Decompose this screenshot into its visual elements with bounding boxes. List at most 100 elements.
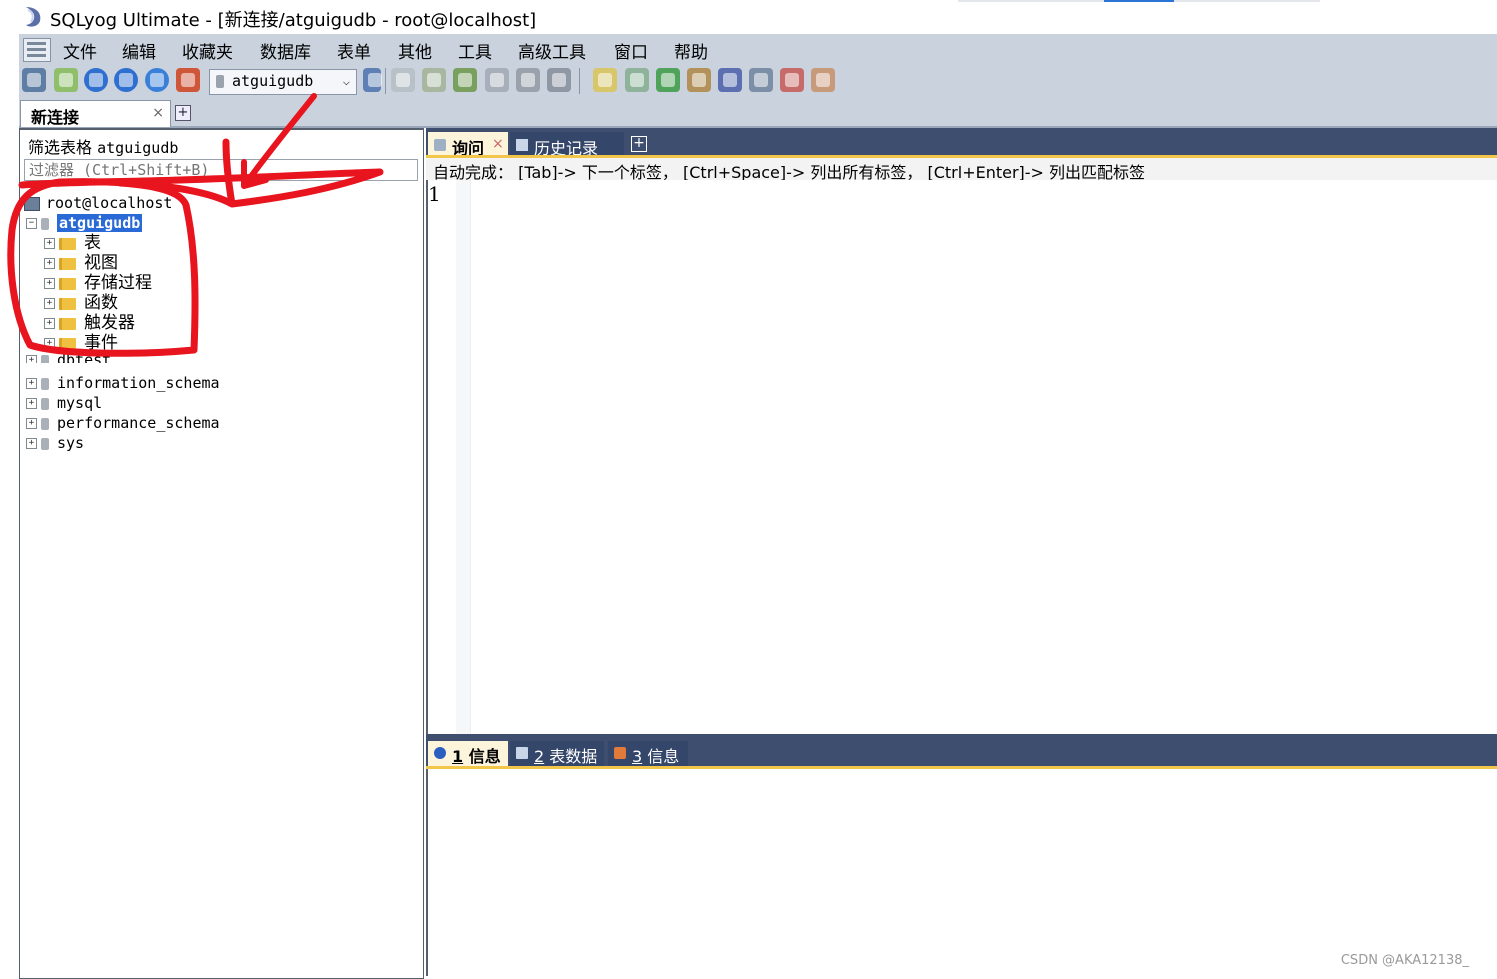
menu-file[interactable]: 文件 bbox=[63, 38, 97, 63]
toolbar-separator bbox=[385, 68, 386, 94]
database-icon bbox=[41, 217, 49, 230]
expand-icon[interactable]: + bbox=[26, 378, 37, 389]
folder-label: 视图 bbox=[84, 253, 118, 273]
db-label: performance_schema bbox=[57, 414, 220, 432]
tree-folder-tables[interactable]: + 表 bbox=[44, 233, 101, 253]
tree-folder-functions[interactable]: + 函数 bbox=[44, 293, 118, 313]
folder-icon bbox=[59, 277, 76, 290]
expand-icon[interactable]: + bbox=[44, 278, 55, 289]
table-data-icon[interactable] bbox=[485, 68, 509, 92]
new-connection-icon[interactable] bbox=[22, 68, 46, 92]
tree-db-partial[interactable]: + dbtest bbox=[26, 353, 111, 363]
tree-folder-triggers[interactable]: + 触发器 bbox=[44, 313, 135, 333]
filter-input[interactable] bbox=[24, 159, 418, 181]
notifications-icon[interactable] bbox=[749, 68, 773, 92]
db-label: sys bbox=[57, 434, 85, 452]
new-connection-plus-icon[interactable] bbox=[54, 68, 78, 92]
result-area: CSDN @AKA12138_ bbox=[426, 769, 1497, 976]
title-strip bbox=[958, 0, 1104, 2]
restore-db-icon[interactable] bbox=[422, 68, 446, 92]
expand-icon[interactable]: + bbox=[44, 298, 55, 309]
menu-favorites[interactable]: 收藏夹 bbox=[182, 38, 233, 63]
filter-label-db: atguigudb bbox=[97, 139, 179, 157]
tab-result-messages[interactable]: 1 信息 bbox=[428, 741, 508, 766]
expand-icon[interactable]: + bbox=[44, 338, 55, 349]
autocomplete-hint-bar: 自动完成： [Tab]-> 下一个标签， [Ctrl+Space]-> 列出所有… bbox=[426, 158, 1497, 182]
folder-icon bbox=[59, 297, 76, 310]
tree-db[interactable]: + performance_schema bbox=[26, 413, 220, 433]
schema-sync-icon[interactable] bbox=[718, 68, 742, 92]
data-sync-icon[interactable] bbox=[656, 68, 680, 92]
query-editor[interactable]: 1 bbox=[426, 180, 1497, 734]
expand-icon[interactable]: + bbox=[44, 258, 55, 269]
menu-help[interactable]: 帮助 bbox=[674, 38, 708, 63]
expand-icon[interactable]: + bbox=[26, 418, 37, 429]
collapse-icon[interactable]: − bbox=[26, 218, 37, 229]
tree-folder-procedures[interactable]: + 存储过程 bbox=[44, 273, 152, 293]
tree-folder-events[interactable]: + 事件 bbox=[44, 333, 118, 353]
expand-icon[interactable]: + bbox=[44, 238, 55, 249]
sqlyog-logo-icon bbox=[26, 7, 41, 27]
user-manager-icon[interactable] bbox=[363, 68, 382, 92]
database-icon bbox=[41, 354, 49, 363]
expand-icon[interactable]: + bbox=[44, 318, 55, 329]
menu-window[interactable]: 窗口 bbox=[614, 38, 648, 63]
menu-other[interactable]: 其他 bbox=[398, 38, 432, 63]
execute-all-icon[interactable] bbox=[114, 68, 138, 92]
schema-designer-icon[interactable] bbox=[593, 68, 617, 92]
menu-tools[interactable]: 工具 bbox=[458, 38, 492, 63]
tree-folder-views[interactable]: + 视图 bbox=[44, 253, 118, 273]
query-builder-icon[interactable] bbox=[625, 68, 649, 92]
menu-table[interactable]: 表单 bbox=[337, 38, 371, 63]
menu-edit[interactable]: 编辑 bbox=[122, 38, 156, 63]
refresh-icon[interactable] bbox=[145, 68, 169, 92]
result-tab-bar: 1 信息 2 表数据 3 信息 bbox=[426, 740, 1497, 766]
expand-icon[interactable]: + bbox=[26, 398, 37, 409]
folder-label: 函数 bbox=[84, 293, 118, 313]
tree-db-selected[interactable]: − atguigudb bbox=[26, 213, 143, 233]
title-bar: SQLyog Ultimate - [新连接/atguigudb - root@… bbox=[0, 0, 1497, 34]
tree-db[interactable]: + information_schema bbox=[26, 373, 220, 393]
menu-database[interactable]: 数据库 bbox=[260, 38, 311, 63]
database-icon bbox=[41, 417, 49, 430]
expand-icon[interactable]: + bbox=[26, 355, 37, 363]
table-structure-icon[interactable] bbox=[516, 68, 540, 92]
sql-formatter-icon[interactable] bbox=[811, 68, 835, 92]
tab-number: 2 bbox=[534, 747, 545, 766]
add-connection-tab-button[interactable]: + bbox=[175, 105, 191, 121]
shapes-icon[interactable] bbox=[176, 68, 200, 92]
tree-db[interactable]: + sys bbox=[26, 433, 84, 453]
tab-history[interactable]: 历史记录 bbox=[510, 132, 624, 158]
server-icon bbox=[24, 196, 40, 211]
scheduler-icon[interactable] bbox=[780, 68, 804, 92]
close-icon[interactable]: × bbox=[492, 136, 504, 152]
menu-advanced-tools[interactable]: 高级工具 bbox=[518, 38, 586, 63]
filter-label-text: 筛选表格 bbox=[28, 138, 93, 157]
backup-db-icon[interactable] bbox=[391, 68, 415, 92]
connection-tab[interactable]: 新连接 × bbox=[20, 100, 171, 127]
database-selector-value: atguigudb bbox=[232, 72, 314, 90]
import-icon[interactable] bbox=[453, 68, 477, 92]
window-menu-icon[interactable] bbox=[23, 38, 51, 62]
tab-query[interactable]: 询问 × bbox=[428, 132, 508, 158]
selected-db-label: atguigudb bbox=[57, 214, 143, 232]
tab-info[interactable]: 3 信息 bbox=[608, 741, 688, 766]
tab-table-data[interactable]: 2 表数据 bbox=[510, 741, 604, 766]
tree-server-root[interactable]: root@localhost bbox=[24, 193, 172, 213]
title-strip-accent bbox=[1104, 0, 1174, 2]
folder-label: 表 bbox=[84, 233, 101, 253]
data-migration-icon[interactable] bbox=[687, 68, 711, 92]
tree-db[interactable]: + mysql bbox=[26, 393, 102, 413]
add-query-tab-button[interactable]: + bbox=[631, 136, 647, 152]
folder-icon bbox=[59, 257, 76, 270]
object-browser: 筛选表格 atguigudb root@localhost − atguigudb… bbox=[19, 128, 424, 979]
expand-icon[interactable]: + bbox=[26, 438, 37, 449]
database-selector[interactable]: atguigudb ⌵ bbox=[209, 69, 357, 95]
info-icon bbox=[434, 747, 446, 759]
connection-tab-label: 新连接 bbox=[31, 108, 80, 127]
filter-label: 筛选表格 atguigudb bbox=[28, 134, 178, 158]
table-copy-icon[interactable] bbox=[547, 68, 571, 92]
close-icon[interactable]: × bbox=[152, 105, 164, 121]
execute-query-icon[interactable] bbox=[84, 68, 108, 92]
database-icon bbox=[41, 397, 49, 410]
